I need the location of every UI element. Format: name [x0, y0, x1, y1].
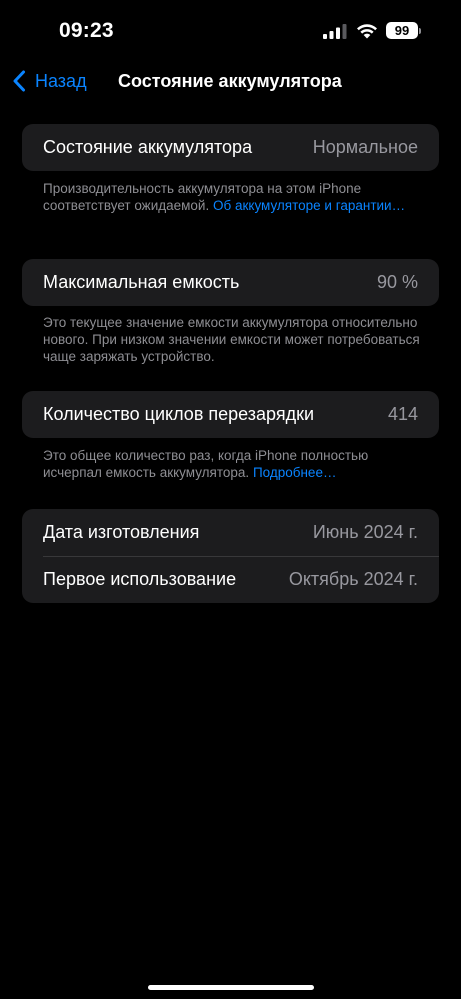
cycle-count-group: Количество циклов перезарядки 414: [22, 391, 439, 438]
battery-warranty-link[interactable]: Об аккумуляторе и гарантии…: [213, 198, 405, 213]
back-label: Назад: [35, 70, 87, 91]
max-capacity-footnote-text: Это текущее значение емкости аккумулятор…: [43, 315, 420, 364]
cycle-count-row: Количество циклов перезарядки 414: [22, 391, 439, 438]
cellular-signal-icon: [323, 23, 347, 39]
max-capacity-value: 90 %: [376, 272, 418, 292]
battery-level: 99: [386, 22, 418, 39]
status-time: 09:23: [59, 19, 114, 42]
navigation-bar: Назад Состояние аккумулятора: [0, 62, 461, 102]
first-use-value: Октябрь 2024 г.: [288, 569, 418, 589]
wifi-icon: [357, 23, 377, 38]
max-capacity-footnote: Это текущее значение емкости аккумулятор…: [43, 314, 428, 365]
manufacture-date-label: Дата изготовления: [43, 522, 200, 542]
first-use-label: Первое использование: [43, 569, 237, 589]
battery-state-group: Состояние аккумулятора Нормальное: [22, 124, 439, 171]
battery-state-value: Нормальное: [312, 137, 418, 157]
battery-icon: 99: [386, 22, 421, 39]
cycle-count-value: 414: [387, 404, 418, 424]
page-title: Состояние аккумулятора: [118, 71, 342, 91]
back-button[interactable]: Назад: [12, 70, 87, 92]
battery-state-label: Состояние аккумулятора: [43, 137, 253, 157]
status-icons: 99: [323, 22, 421, 39]
row-divider: [43, 556, 439, 557]
battery-cap: [419, 27, 421, 34]
first-use-row: Первое использование Октябрь 2024 г.: [22, 556, 439, 603]
manufacture-date-row: Дата изготовления Июнь 2024 г.: [22, 509, 439, 556]
manufacture-date-value: Июнь 2024 г.: [312, 522, 418, 542]
cycle-count-label: Количество циклов перезарядки: [43, 404, 315, 424]
cycle-count-footnote: Это общее количество раз, когда iPhone п…: [43, 447, 428, 481]
battery-state-row: Состояние аккумулятора Нормальное: [22, 124, 439, 171]
chevron-left-icon: [13, 70, 25, 92]
battery-state-footnote: Производительность аккумулятора на этом …: [43, 180, 428, 214]
home-indicator[interactable]: [148, 985, 314, 990]
dates-group: Дата изготовления Июнь 2024 г. Первое ис…: [22, 509, 439, 603]
learn-more-link[interactable]: Подробнее…: [253, 465, 337, 480]
max-capacity-group: Максимальная емкость 90 %: [22, 259, 439, 306]
max-capacity-label: Максимальная емкость: [43, 272, 240, 292]
max-capacity-row: Максимальная емкость 90 %: [22, 259, 439, 306]
status-bar: 09:23 99: [0, 0, 461, 62]
